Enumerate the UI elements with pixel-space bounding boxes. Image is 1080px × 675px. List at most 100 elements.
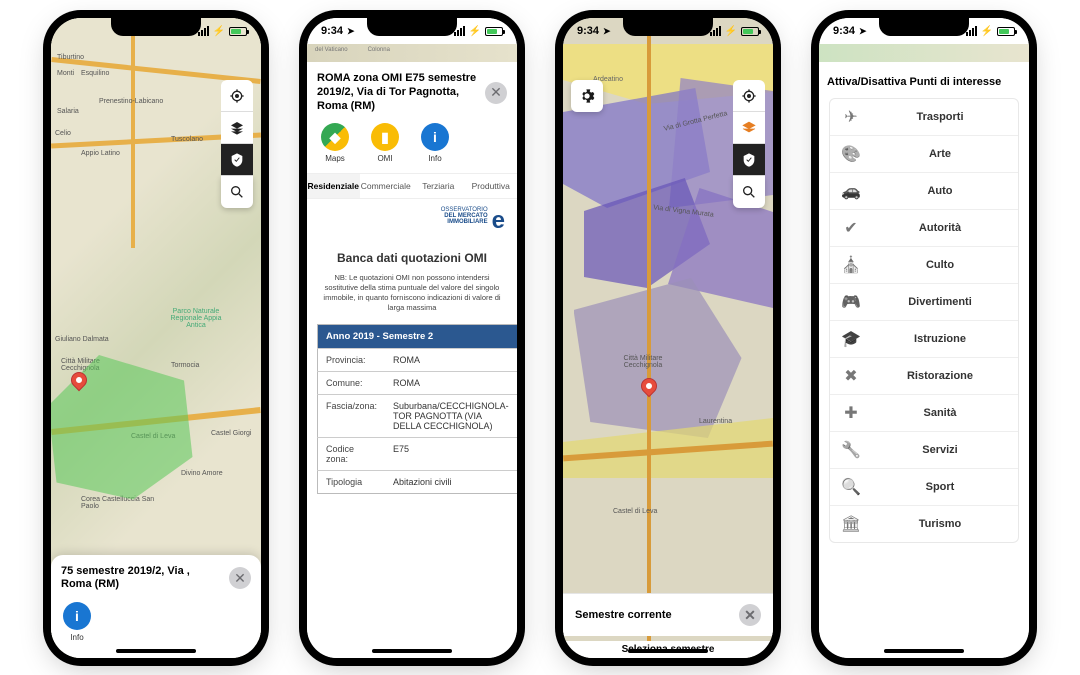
table-header: Anno 2019 - Semestre 2	[318, 325, 518, 349]
map-label: Parco Naturale Regionale Appia Antica	[161, 308, 231, 329]
notch	[879, 18, 969, 36]
tab-commerciale[interactable]: Commerciale	[360, 174, 413, 198]
close-button[interactable]: ✕	[485, 82, 507, 104]
map-view[interactable]: Ardeatino Via di Grotta Perfetta Via di …	[563, 18, 773, 658]
phone-4: 9:34➤ ⚡ Attiva/Disattiva Punti di intere…	[819, 18, 1029, 658]
poi-row-arte[interactable]: 🎨 Arte	[830, 136, 1018, 173]
battery-icon	[485, 27, 503, 36]
poi-row-auto[interactable]: 🚗Auto	[830, 173, 1018, 210]
layers-button[interactable]	[733, 112, 765, 144]
action-info[interactable]: i Info	[63, 602, 91, 642]
locate-button[interactable]	[221, 80, 253, 112]
info-icon: i	[421, 123, 449, 151]
action-omi[interactable]: ▮ OMI	[371, 123, 399, 163]
battery-icon	[997, 27, 1015, 36]
poi-label: Autorità	[874, 222, 1006, 234]
location-arrow-icon: ➤	[859, 26, 867, 37]
settings-button[interactable]	[571, 80, 603, 112]
poi-row-divertimenti[interactable]: 🎮 Divertimenti	[830, 284, 1018, 321]
poi-label: Turismo	[874, 518, 1006, 530]
map-label: Tiburtino	[57, 54, 84, 61]
map-label: Appio Latino	[81, 150, 120, 157]
tab-terziaria[interactable]: Terziaria	[412, 174, 465, 198]
sheet-title: 75 semestre 2019/2, Via , Roma (RM)	[61, 565, 221, 593]
map-label: Giuliano Dalmata	[55, 336, 109, 343]
poi-row-trasporti[interactable]: ✈Trasporti	[830, 99, 1018, 136]
layers-button[interactable]	[221, 112, 253, 144]
food-icon: ✖	[842, 366, 860, 386]
poi-label: Sport	[874, 481, 1006, 493]
home-indicator[interactable]	[628, 649, 708, 653]
phone-1: ⚡ Tiburtino Monti Esquilino Salaria Pren…	[51, 18, 261, 658]
action-maps[interactable]: ◆ Maps	[321, 123, 349, 163]
plane-icon: ✈	[842, 107, 860, 127]
search-button[interactable]	[221, 176, 253, 208]
charging-icon: ⚡	[725, 26, 737, 37]
shield-icon: ✔	[842, 218, 860, 238]
table-row: Fascia/zona:Suburbana/CECCHIGNOLA-TOR PA…	[318, 395, 518, 438]
tab-residenziale[interactable]: Residenziale	[307, 174, 360, 198]
map-controls	[733, 80, 765, 208]
charging-icon: ⚡	[981, 26, 993, 37]
poi-row-autorità[interactable]: ✔ Autorità	[830, 210, 1018, 247]
poi-label: Ristorazione	[874, 370, 1006, 382]
map-label: Castel Giorgi	[211, 430, 251, 437]
check-button[interactable]	[221, 144, 253, 176]
poi-row-servizi[interactable]: 🔧Servizi	[830, 432, 1018, 469]
semester-selector[interactable]: Semestre corrente ✕	[563, 593, 773, 636]
poi-label: Culto	[874, 259, 1006, 271]
game-icon: 🎮	[842, 292, 860, 312]
detail-title: ROMA zona OMI E75 semestre 2019/2, Via d…	[317, 72, 477, 113]
maps-icon: ◆	[321, 123, 349, 151]
poi-list: ✈Trasporti 🎨 Arte 🚗Auto ✔ Autorità ⛪Culto 🎮 Dive…	[829, 98, 1019, 543]
health-icon: ✚	[842, 403, 860, 423]
detail-view: del VaticanoColonna ROMA zona OMI E75 se…	[307, 44, 517, 658]
location-arrow-icon: ➤	[603, 26, 611, 37]
battery-icon	[741, 27, 759, 36]
locate-button[interactable]	[733, 80, 765, 112]
info-icon: i	[63, 602, 91, 630]
close-button[interactable]: ✕	[739, 604, 761, 626]
poi-label: Arte	[874, 148, 1006, 160]
home-indicator[interactable]	[116, 649, 196, 653]
close-button[interactable]: ✕	[229, 567, 251, 589]
map-label: Prenestino-Labicano	[99, 98, 163, 105]
file-icon: ▮	[371, 123, 399, 151]
table-row: Comune:ROMA	[318, 372, 518, 395]
map-label: Città Militare Cecchignola	[608, 355, 678, 369]
map-sliver: del VaticanoColonna	[307, 44, 517, 62]
home-indicator[interactable]	[372, 649, 452, 653]
poi-row-sport[interactable]: 🔍Sport	[830, 469, 1018, 506]
poi-label: Istruzione	[874, 333, 1006, 345]
tab-produttiva[interactable]: Produttiva	[465, 174, 518, 198]
action-info[interactable]: i Info	[421, 123, 449, 163]
poi-row-turismo[interactable]: 🏛Turismo	[830, 506, 1018, 542]
poi-panel: Attiva/Disattiva Punti di interesse ✈Tra…	[819, 62, 1029, 658]
omi-logo: OSSERVATORIODEL MERCATOIMMOBILIARE e	[307, 199, 517, 237]
palette-icon: 🎨	[842, 144, 860, 164]
table-row: Codice zona:E75	[318, 438, 518, 471]
home-indicator[interactable]	[884, 649, 964, 653]
poi-label: Auto	[874, 185, 1006, 197]
table-row: TipologiaAbitazioni civili	[318, 471, 518, 494]
bottom-sheet[interactable]: 75 semestre 2019/2, Via , Roma (RM) ✕ i …	[51, 555, 261, 659]
status-time: 9:34	[577, 25, 599, 37]
table-row: Provincia:ROMA	[318, 349, 518, 372]
poi-row-ristorazione[interactable]: ✖ Ristorazione	[830, 358, 1018, 395]
poi-row-istruzione[interactable]: 🎓 Istruzione	[830, 321, 1018, 358]
grad-icon: 🎓	[842, 329, 860, 349]
map-controls	[221, 80, 253, 208]
poi-label: Divertimenti	[874, 296, 1006, 308]
location-arrow-icon: ➤	[347, 26, 355, 37]
data-table: Anno 2019 - Semestre 2 Provincia:ROMA Co…	[317, 324, 517, 494]
map-label: Divino Amore	[181, 470, 223, 477]
map-view[interactable]: Tiburtino Monti Esquilino Salaria Prenes…	[51, 18, 261, 658]
check-button[interactable]	[733, 144, 765, 176]
search-button[interactable]	[733, 176, 765, 208]
map-label: Salaria	[57, 108, 79, 115]
phone-3: 9:34 ➤ ⚡ Ardeatino Via di Grotta Perfetta…	[563, 18, 773, 658]
poi-row-culto[interactable]: ⛪Culto	[830, 247, 1018, 284]
notch	[111, 18, 201, 36]
poi-row-sanità[interactable]: ✚Sanità	[830, 395, 1018, 432]
selector-label: Semestre corrente	[575, 609, 672, 621]
